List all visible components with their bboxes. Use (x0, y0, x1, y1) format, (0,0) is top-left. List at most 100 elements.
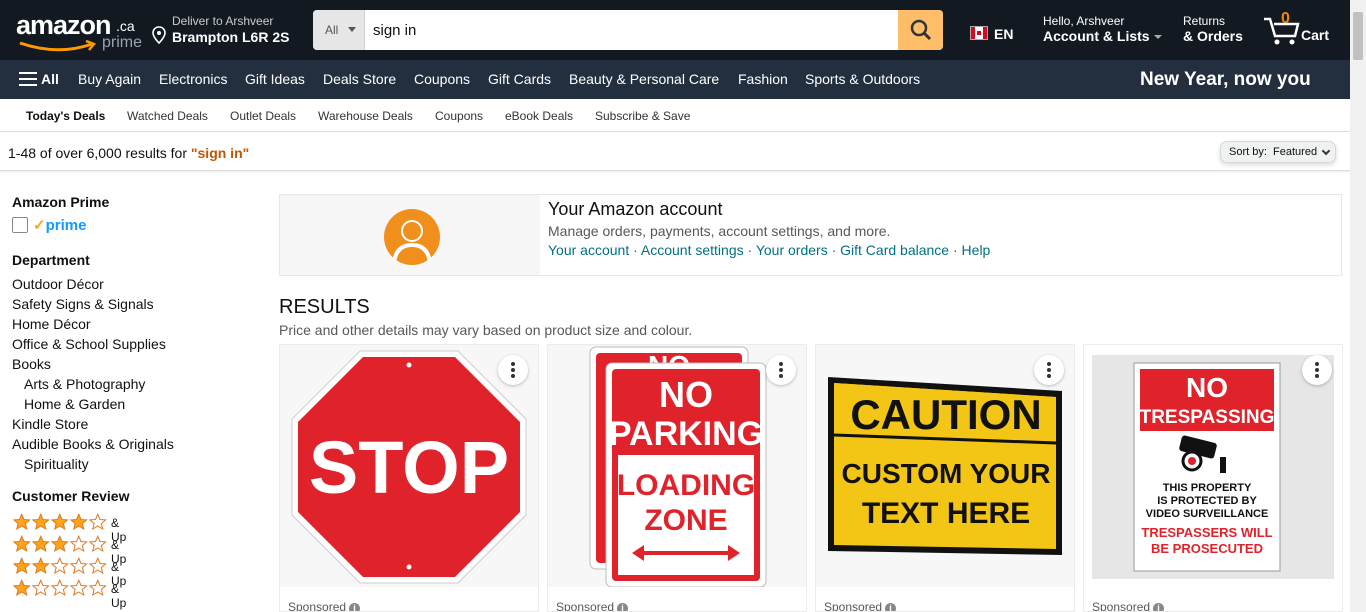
more-options-button[interactable] (1034, 355, 1064, 385)
search-icon (910, 19, 931, 41)
rating-filter-1[interactable]: & Up (12, 578, 126, 610)
product-image[interactable]: STOP (280, 345, 538, 587)
cart-count: 0 (1281, 10, 1290, 27)
link-gift-card-balance[interactable]: Gift Card balance (840, 242, 949, 258)
canada-flag-icon (970, 26, 988, 40)
subnav-subscribe-save[interactable]: Subscribe & Save (595, 109, 690, 123)
link-account-settings[interactable]: Account settings (641, 242, 744, 258)
search-category-select[interactable]: All (313, 10, 365, 50)
account-card-title: Your Amazon account (548, 199, 723, 219)
dept-home-decor[interactable]: Home Décor (12, 316, 91, 332)
subnav-watched-deals[interactable]: Watched Deals (127, 109, 208, 123)
logo-text: amazon (16, 10, 112, 40)
star-empty-icon (50, 578, 69, 597)
dept-audible[interactable]: Audible Books & Originals (12, 436, 174, 452)
department-heading: Department (12, 252, 90, 268)
product-card-stop-sign[interactable]: STOP Sponsored i (279, 344, 539, 612)
sign-text-surveillance: VIDEO SURVEILLANCE (1146, 508, 1269, 520)
all-menu-label: All (41, 71, 59, 87)
subnav-coupons[interactable]: Coupons (435, 109, 483, 123)
link-your-account[interactable]: Your account (548, 242, 629, 258)
sponsored-label: Sponsored i (556, 600, 629, 612)
nav-item-deals-store[interactable]: Deals Store (323, 71, 396, 87)
sponsored-text: Sponsored (556, 600, 615, 612)
sign-text-zone: ZONE (644, 504, 727, 537)
sign-text-property: THIS PROPERTY (1163, 482, 1252, 494)
subnav-outlet-deals[interactable]: Outlet Deals (230, 109, 296, 123)
page-scrollbar[interactable] (1350, 0, 1366, 612)
nav-item-beauty[interactable]: Beauty & Personal Care (569, 71, 719, 87)
sign-text-trespassers: TRESPASSERS WILL (1141, 525, 1272, 540)
subnav-warehouse-deals[interactable]: Warehouse Deals (318, 109, 413, 123)
dept-outdoor-decor[interactable]: Outdoor Décor (12, 276, 104, 292)
account-lists-menu[interactable]: Hello, Arshveer Account & Lists (1043, 14, 1173, 44)
no-parking-sign-image: NO NO PARKING LOADING ZONE (589, 346, 767, 587)
link-your-orders[interactable]: Your orders (756, 242, 828, 258)
stop-sign-image: STOP (291, 350, 527, 584)
promo-banner-link[interactable]: New Year, now you (1140, 69, 1311, 91)
product-card-caution-sign[interactable]: CAUTION CUSTOM YOUR TEXT HERE Sponsored i (815, 344, 1075, 612)
nav-item-coupons[interactable]: Coupons (414, 71, 470, 87)
dept-spirituality[interactable]: Spirituality (24, 456, 89, 472)
rating-filter-3[interactable]: & Up (12, 534, 126, 566)
nav-item-sports-outdoors[interactable]: Sports & Outdoors (805, 71, 920, 87)
nav-item-gift-ideas[interactable]: Gift Ideas (245, 71, 305, 87)
deals-sub-nav: Today's Deals Watched Deals Outlet Deals… (0, 99, 1350, 132)
product-image[interactable]: NO NO PARKING LOADING ZONE (548, 345, 806, 587)
scrollbar-thumb[interactable] (1353, 12, 1363, 60)
product-image[interactable]: CAUTION CUSTOM YOUR TEXT HERE (816, 345, 1074, 587)
cart-button[interactable]: 0 Cart (1262, 10, 1342, 50)
link-help[interactable]: Help (962, 242, 991, 258)
logo-domain: .ca (116, 18, 135, 34)
product-card-no-parking-sign[interactable]: NO NO PARKING LOADING ZONE Sponsoredi (547, 344, 807, 612)
dept-office-school[interactable]: Office & School Supplies (12, 336, 166, 352)
rating-filter-2[interactable]: & Up (12, 556, 126, 588)
deliver-to-location[interactable]: Deliver to Arshveer Brampton L6R 2S (152, 14, 302, 48)
account-lists-label: Account & Lists (1043, 28, 1150, 44)
deliver-address: Brampton L6R 2S (172, 29, 290, 45)
more-options-button[interactable] (766, 355, 796, 385)
dept-arts-photography[interactable]: Arts & Photography (24, 376, 145, 392)
star-filled-icon (31, 512, 50, 531)
nav-item-fashion[interactable]: Fashion (738, 71, 788, 87)
results-heading: RESULTS (279, 296, 370, 318)
prime-filter-label[interactable]: ✓prime (33, 216, 86, 234)
caution-sign-image: CAUTION CUSTOM YOUR TEXT HERE (828, 377, 1062, 555)
star-empty-icon (31, 578, 50, 597)
returns-orders-link[interactable]: Returns & Orders (1183, 14, 1243, 44)
all-menu-button[interactable]: All (19, 71, 59, 87)
dept-books[interactable]: Books (12, 356, 51, 372)
product-image[interactable]: NO TRESPASSING THIS PROPERTY IS PROTECTE… (1084, 345, 1342, 587)
sign-text-custom: CUSTOM YOUR (842, 458, 1051, 489)
product-card-no-trespassing-sign[interactable]: NO TRESPASSING THIS PROPERTY IS PROTECTE… (1083, 344, 1343, 612)
dept-kindle-store[interactable]: Kindle Store (12, 416, 88, 432)
star-filled-icon (31, 556, 50, 575)
nav-item-gift-cards[interactable]: Gift Cards (488, 71, 551, 87)
caret-down-icon (1153, 35, 1162, 40)
subnav-todays-deals[interactable]: Today's Deals (26, 109, 105, 123)
language-code: EN (994, 26, 1014, 42)
more-options-button[interactable] (1302, 355, 1332, 385)
subnav-ebook-deals[interactable]: eBook Deals (505, 109, 573, 123)
info-icon[interactable]: i (349, 603, 361, 611)
info-icon[interactable]: i (617, 603, 629, 611)
nav-item-electronics[interactable]: Electronics (159, 71, 227, 87)
sort-by-dropdown[interactable]: Sort by: Featured (1220, 141, 1336, 163)
more-options-button[interactable] (498, 355, 528, 385)
info-icon[interactable]: i (1153, 603, 1165, 611)
star-filled-icon (50, 512, 69, 531)
search-category-value: All (325, 23, 339, 37)
sign-text: STOP (309, 426, 509, 509)
star-empty-icon (88, 556, 107, 575)
search-input[interactable] (365, 10, 898, 50)
nav-item-buy-again[interactable]: Buy Again (78, 71, 141, 87)
dept-safety-signs[interactable]: Safety Signs & Signals (12, 296, 154, 312)
dept-home-garden[interactable]: Home & Garden (24, 396, 125, 412)
sign-text-trespassing: TRESPASSING (1140, 407, 1275, 428)
prime-checkbox[interactable] (12, 217, 28, 233)
rating-filter-4[interactable]: & Up (12, 512, 126, 544)
search-button[interactable] (898, 10, 943, 50)
info-icon[interactable]: i (885, 603, 897, 611)
account-card-description: Manage orders, payments, account setting… (548, 223, 891, 239)
amazon-logo[interactable]: amazon .ca prime (16, 10, 142, 54)
